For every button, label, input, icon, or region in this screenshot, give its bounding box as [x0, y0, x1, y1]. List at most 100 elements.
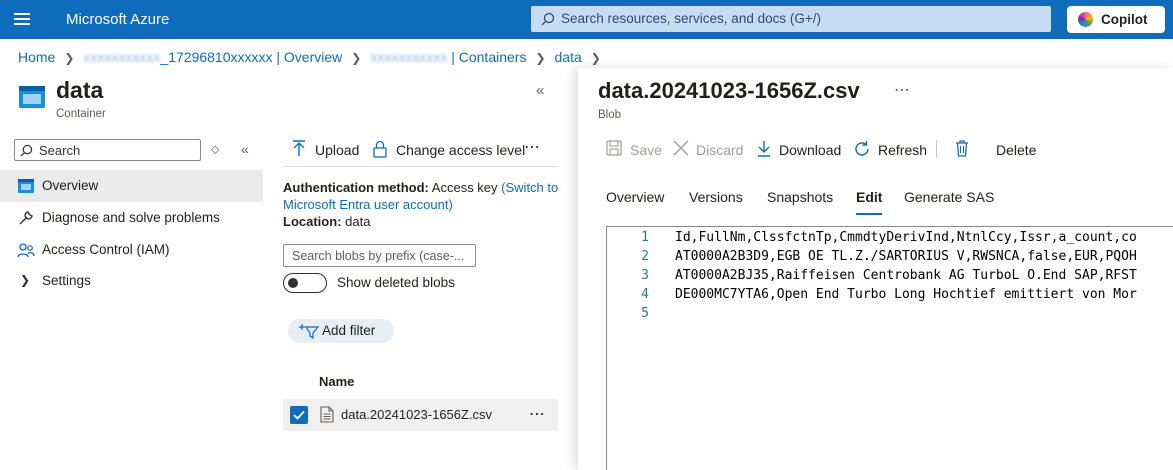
blob-title: data.20241023-1656Z.csv — [598, 78, 860, 103]
breadcrumb-containers[interactable]: xxxxxxxxxxx | Containers — [370, 49, 526, 65]
active-tab-indicator — [856, 213, 882, 215]
people-icon — [17, 243, 35, 258]
download-label: Download — [779, 142, 842, 158]
nav-item-label: Settings — [42, 273, 91, 288]
container-icon — [19, 86, 45, 108]
nav-item-settings[interactable]: ❯ Settings — [0, 265, 263, 297]
chevron-right-icon: ❯ — [351, 51, 362, 65]
breadcrumb-containers-text: | Containers — [447, 49, 527, 65]
global-search-input[interactable]: Search resources, services, and docs (G+… — [531, 6, 1051, 32]
line-text: AT0000A2B3D9,EGB OE TL.Z./SARTORIUS V,RW… — [675, 249, 1137, 264]
auth-info: Authentication method: Access key (Switc… — [283, 179, 563, 230]
tab-overview[interactable]: Overview — [606, 189, 664, 205]
file-name[interactable]: data.20241023-1656Z.csv — [341, 407, 492, 422]
refresh-icon — [855, 141, 869, 156]
save-icon — [606, 140, 622, 156]
breadcrumb-home[interactable]: Home — [18, 49, 55, 65]
line-number: 4 — [641, 287, 649, 302]
line-number: 2 — [641, 249, 649, 264]
nav-item-label: Diagnose and solve problems — [42, 210, 220, 225]
nav-search-placeholder: Search — [39, 143, 81, 158]
show-deleted-label: Show deleted blobs — [337, 275, 455, 290]
blob-search-input[interactable]: Search blobs by prefix (case-... — [283, 244, 476, 267]
breadcrumb-storage-redacted: xxxxxxxxxxx — [370, 49, 448, 65]
search-icon — [541, 12, 555, 26]
line-number: 1 — [641, 230, 649, 245]
container-icon — [18, 179, 34, 193]
search-icon — [20, 144, 33, 157]
nav-item-diagnose[interactable]: Diagnose and solve problems — [0, 202, 263, 234]
lock-icon — [373, 140, 387, 158]
blob-panel: data.20241023-1656Z.csv ⋯ Blob Save Disc… — [578, 68, 1173, 470]
location-label: Location: — [283, 214, 342, 229]
collapse-nav-icon[interactable]: « — [241, 141, 249, 157]
auth-method-label: Authentication method: — [283, 180, 429, 195]
discard-label: Discard — [696, 142, 744, 158]
close-icon — [673, 140, 689, 156]
nav-item-iam[interactable]: Access Control (IAM) — [0, 234, 263, 266]
trash-icon — [956, 140, 968, 157]
toolbar-divider — [283, 166, 558, 167]
tab-generate-sas[interactable]: Generate SAS — [904, 189, 994, 205]
row-checkbox[interactable] — [290, 406, 308, 424]
line-number: 3 — [641, 268, 649, 283]
line-text: DE000MC7YTA6,Open End Turbo Long Hochtie… — [675, 287, 1137, 302]
checkmark-icon — [293, 410, 305, 420]
add-filter-button[interactable]: Add filter — [288, 319, 394, 343]
container-title: data — [56, 77, 104, 103]
top-bar: Microsoft Azure Search resources, servic… — [0, 0, 1173, 39]
change-access-label: Change access level — [396, 142, 526, 158]
chevron-right-icon: ❯ — [64, 51, 75, 65]
sort-icon[interactable]: ⬦ — [211, 142, 219, 157]
row-more-icon[interactable]: ⋯ — [529, 404, 546, 424]
breadcrumb-account[interactable]: xxxxxxxxxxx_17296810xxxxxx | Overview — [83, 49, 342, 65]
auth-method-value: Access key — [431, 180, 498, 195]
add-filter-label: Add filter — [322, 323, 376, 338]
collapse-pane-icon[interactable]: « — [536, 82, 544, 99]
nav-item-overview[interactable]: Overview — [0, 170, 263, 202]
more-actions-icon[interactable]: ⋯ — [524, 137, 541, 157]
copilot-label: Copilot — [1101, 12, 1148, 27]
breadcrumb-account-redacted: xxxxxxxxxxx — [83, 49, 161, 65]
nav-item-label: Overview — [42, 178, 99, 193]
refresh-label: Refresh — [878, 142, 928, 158]
chevron-right-icon: ❯ — [535, 51, 546, 65]
container-subtitle: Container — [56, 108, 106, 120]
tab-snapshots[interactable]: Snapshots — [767, 189, 833, 205]
copilot-logo-icon — [1078, 12, 1093, 27]
line-text: Id,FullNm,ClssfctnTp,CmmdtyDerivInd,Ntnl… — [675, 230, 1137, 245]
hamburger-menu-icon[interactable] — [14, 12, 30, 26]
blob-search-placeholder: Search blobs by prefix (case-... — [292, 249, 465, 263]
blob-more-icon[interactable]: ⋯ — [894, 80, 910, 100]
wrench-icon — [19, 211, 33, 225]
save-label: Save — [630, 142, 662, 158]
toolbar-separator — [936, 140, 937, 158]
delete-label: Delete — [996, 142, 1037, 158]
column-header-name[interactable]: Name — [319, 374, 354, 389]
line-number: 5 — [641, 306, 649, 321]
copilot-button[interactable]: Copilot — [1067, 6, 1165, 33]
code-editor[interactable]: 1 Id,FullNm,ClssfctnTp,CmmdtyDerivInd,Nt… — [606, 226, 1173, 470]
global-search-placeholder: Search resources, services, and docs (G+… — [561, 11, 821, 26]
upload-label: Upload — [315, 142, 360, 158]
tab-edit[interactable]: Edit — [856, 189, 882, 205]
breadcrumb-account-text: _17296810xxxxxx | Overview — [160, 49, 343, 65]
show-deleted-toggle[interactable] — [283, 273, 327, 293]
upload-icon — [293, 140, 305, 156]
filter-add-icon — [299, 324, 319, 339]
table-row[interactable]: data.20241023-1656Z.csv ⋯ — [283, 399, 558, 431]
brand-title[interactable]: Microsoft Azure — [66, 11, 169, 28]
chevron-right-icon: ❯ — [20, 273, 31, 287]
nav-item-label: Access Control (IAM) — [42, 242, 170, 257]
nav-search-input[interactable]: Search — [14, 139, 201, 161]
breadcrumb-container[interactable]: data — [555, 49, 582, 65]
blob-subtitle: Blob — [598, 109, 622, 121]
tab-versions[interactable]: Versions — [689, 189, 743, 205]
chevron-right-icon: ❯ — [590, 51, 601, 65]
file-icon — [320, 406, 334, 423]
download-icon — [758, 141, 770, 157]
location-value: data — [345, 214, 371, 229]
breadcrumb: Home ❯ xxxxxxxxxxx_17296810xxxxxx | Overvi… — [18, 49, 610, 65]
line-text: AT0000A2BJ35,Raiffeisen Centrobank AG Tu… — [675, 268, 1137, 283]
toggle-knob — [288, 278, 298, 288]
